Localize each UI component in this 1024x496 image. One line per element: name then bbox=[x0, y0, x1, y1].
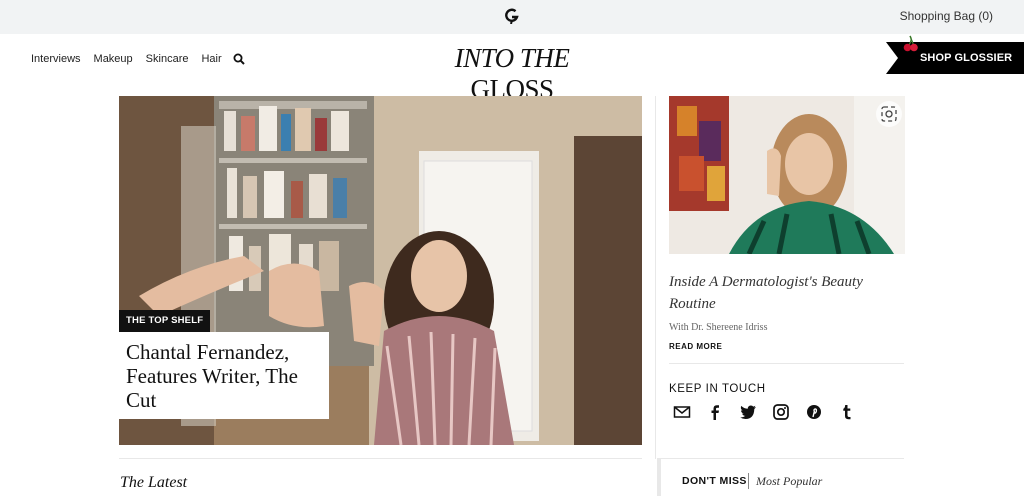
twitter-icon[interactable] bbox=[739, 404, 772, 424]
hero-category-tag[interactable]: THE TOP SHELF bbox=[119, 310, 211, 332]
shopping-bag-link[interactable]: Shopping Bag (0) bbox=[900, 9, 993, 23]
logo-italic: INTO THE bbox=[454, 43, 570, 73]
main-separator bbox=[119, 458, 642, 459]
tab-separator bbox=[748, 473, 749, 489]
side-article-image[interactable] bbox=[669, 96, 905, 254]
facebook-icon[interactable] bbox=[706, 404, 739, 424]
read-more-link[interactable]: READ MORE bbox=[669, 342, 722, 351]
main-nav: Interviews Makeup Skincare Hair bbox=[31, 53, 245, 65]
glossier-g-icon[interactable] bbox=[505, 8, 519, 24]
shop-button-label: SHOP GLOSSIER bbox=[920, 52, 1013, 64]
side-article-subtitle: With Dr. Shereene Idriss bbox=[669, 322, 768, 333]
top-bar: Shopping Bag (0) bbox=[0, 0, 1024, 34]
tumblr-icon[interactable] bbox=[838, 404, 871, 424]
hero-title-box: Chantal Fernandez, Features Writer, The … bbox=[119, 332, 329, 419]
mail-icon[interactable] bbox=[673, 404, 706, 424]
visual-search-icon[interactable] bbox=[876, 101, 902, 127]
latest-heading: The Latest bbox=[120, 474, 188, 491]
tab-dont-miss[interactable]: DON'T MISS bbox=[682, 475, 747, 487]
nav-item-skincare[interactable]: Skincare bbox=[146, 53, 189, 65]
cherry-icon bbox=[903, 35, 918, 52]
social-links bbox=[673, 404, 871, 424]
nav-item-makeup[interactable]: Makeup bbox=[94, 53, 133, 65]
hero-feature[interactable]: THE TOP SHELF Chantal Fernandez, Feature… bbox=[119, 96, 642, 445]
tab-most-popular[interactable]: Most Popular bbox=[756, 474, 822, 489]
nav-item-interviews[interactable]: Interviews bbox=[31, 53, 81, 65]
search-icon[interactable] bbox=[233, 53, 245, 65]
sidebar-separator bbox=[669, 363, 904, 364]
pinterest-icon[interactable] bbox=[805, 404, 838, 424]
nav-item-hair[interactable]: Hair bbox=[201, 53, 221, 65]
hero-title[interactable]: Chantal Fernandez, Features Writer, The … bbox=[126, 340, 326, 412]
sidebar-divider bbox=[655, 96, 656, 459]
instagram-icon[interactable] bbox=[772, 404, 805, 424]
dermatologist-photo bbox=[669, 96, 905, 254]
shop-glossier-button[interactable]: SHOP GLOSSIER bbox=[886, 35, 1024, 74]
side-article-title[interactable]: Inside A Dermatologist's Beauty Routine bbox=[669, 271, 904, 315]
keep-in-touch-heading: KEEP IN TOUCH bbox=[669, 383, 766, 395]
